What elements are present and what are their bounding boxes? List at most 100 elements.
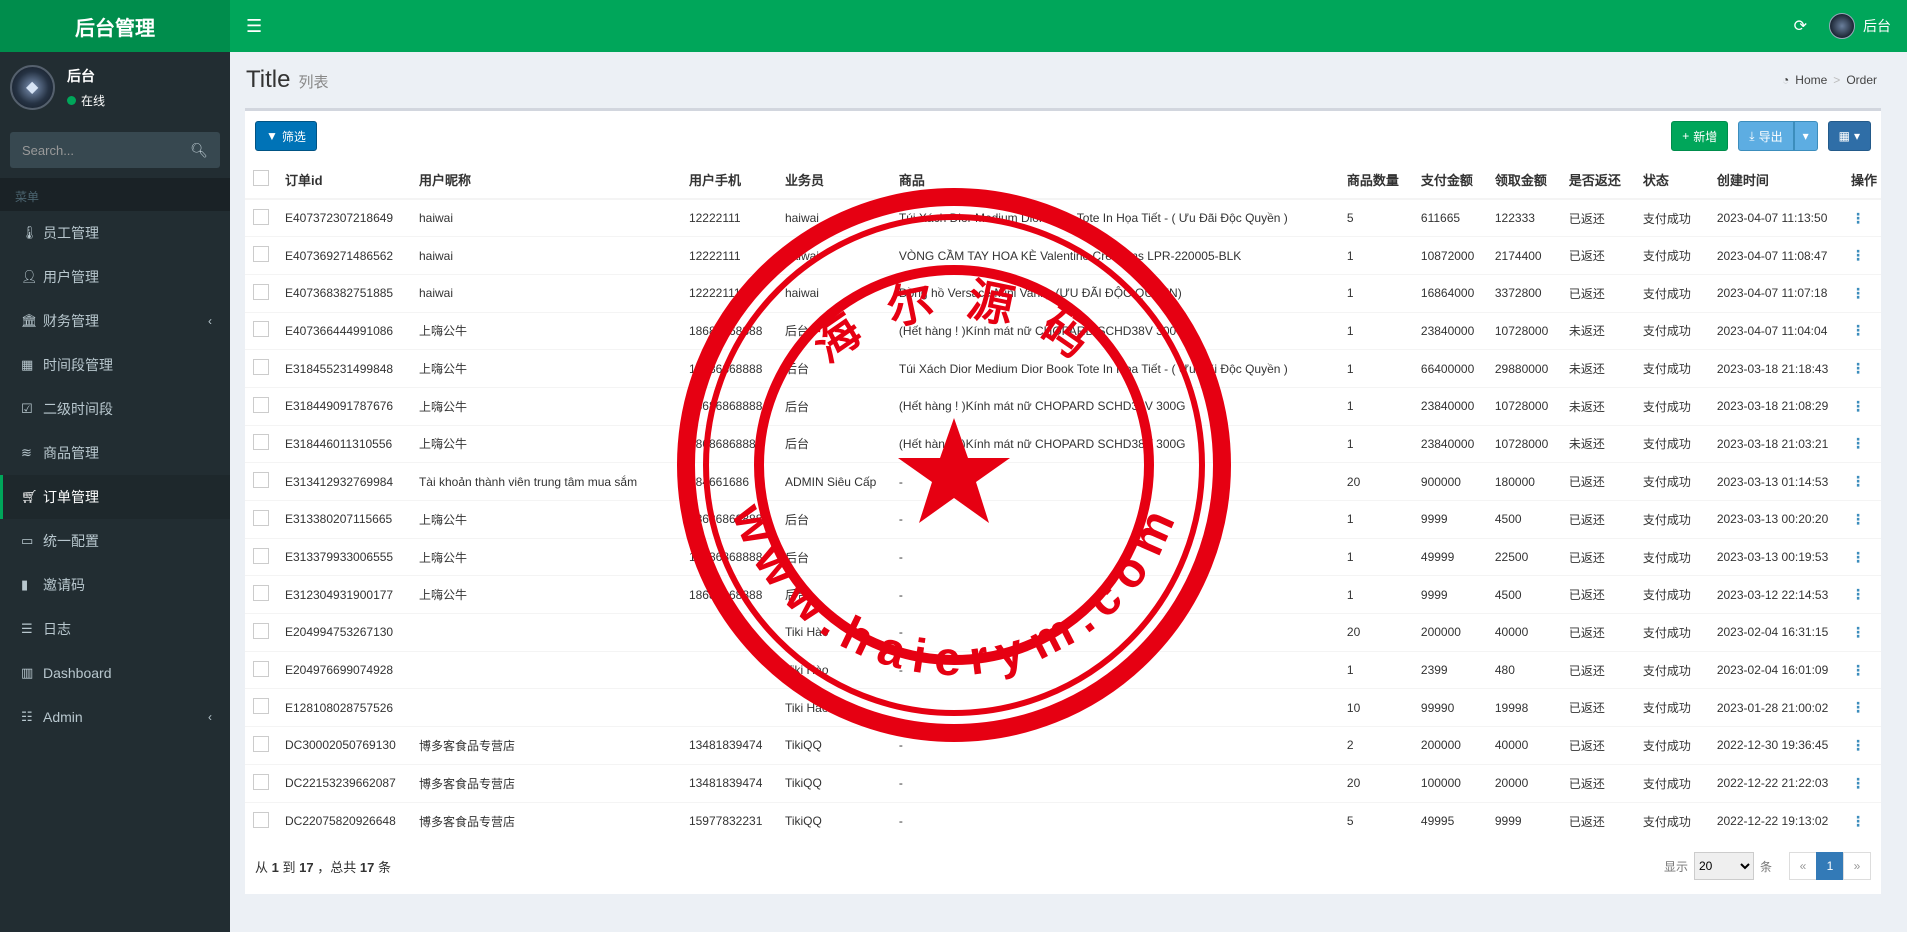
col-header[interactable]: 领取金额 [1490, 161, 1565, 200]
table-row[interactable]: E128108028757526 Tiki Hào -10 99990 19998 已返还… [245, 688, 1881, 727]
sidebar-item-users[interactable]: 👤︎ 用户管理 [0, 255, 230, 299]
col-header[interactable]: 是否返还 [1564, 161, 1639, 200]
col-header[interactable]: 状态 [1638, 161, 1713, 200]
sidebar-item-sub-time-slots[interactable]: ☑ 二级时间段 [0, 387, 230, 431]
row-checkbox[interactable] [253, 208, 269, 225]
row-checkbox[interactable] [253, 472, 269, 489]
table-cell: 20 [1342, 613, 1417, 652]
table-row[interactable]: E407366444991086 上嗨公牛 18686868888 后台 (Hết hà… [245, 311, 1881, 350]
row-checkbox[interactable] [253, 396, 269, 413]
table-cell: E318446011310556 [280, 424, 415, 463]
sidebar-toggle-icon[interactable]: ☰ [246, 16, 262, 37]
table-row[interactable]: E407372307218649 haiwai 12222111 haiwai Túi … [245, 198, 1881, 237]
sidebar-item-label: 员工管理 [43, 225, 99, 241]
row-checkbox[interactable] [253, 283, 269, 300]
row-checkbox[interactable] [253, 585, 269, 602]
more-actions-icon[interactable]: ⋮ [1851, 398, 1865, 414]
table-row[interactable]: E313380207115665 上嗨公牛 18686868888 后台 -1 9999 4… [245, 500, 1881, 539]
sidebar-item-config[interactable]: ▭ 统一配置 [0, 519, 230, 563]
page-size-select[interactable]: 20 [1693, 852, 1754, 880]
export-button[interactable]: ⤓ 导出 [1738, 121, 1794, 151]
more-actions-icon[interactable]: ⋮ [1851, 435, 1865, 451]
more-actions-icon[interactable]: ⋮ [1851, 360, 1865, 376]
table-row[interactable]: E318455231499848 上嗨公牛 18686868888 后台 Túi Xác… [245, 349, 1881, 388]
sidebar-item-time-slots[interactable]: ▦ 时间段管理 [0, 343, 230, 387]
row-checkbox[interactable] [253, 735, 269, 752]
current-page-button[interactable]: 1 [1816, 852, 1844, 880]
col-header[interactable]: 订单id [280, 161, 415, 200]
search-input[interactable] [22, 142, 182, 158]
row-checkbox[interactable] [253, 434, 269, 451]
more-actions-icon[interactable]: ⋮ [1851, 813, 1865, 829]
col-header[interactable]: 用户手机 [684, 161, 781, 200]
breadcrumb-home[interactable]: Home [1795, 73, 1827, 87]
table-row[interactable]: E204994753267130 Tiki Hào -20 200000 40000 已返… [245, 613, 1881, 652]
row-checkbox[interactable] [253, 773, 269, 790]
table-row[interactable]: E312304931900177 上嗨公牛 18686868888 后台 -1 9999 4… [245, 575, 1881, 614]
more-actions-icon[interactable]: ⋮ [1851, 624, 1865, 640]
sidebar-item-orders[interactable]: 🛒︎ 订单管理 [0, 475, 230, 519]
sidebar-item-staff[interactable]: 🌡︎ 员工管理 [0, 211, 230, 255]
more-actions-icon[interactable]: ⋮ [1851, 285, 1865, 301]
row-checkbox[interactable] [253, 547, 269, 564]
table-row[interactable]: DC22075820926648 博多客食品专营店 15977832231 TikiQ… [245, 801, 1881, 840]
row-checkbox[interactable] [253, 509, 269, 526]
columns-toggle-button[interactable]: ▦ ▾ [1827, 121, 1871, 151]
table-cell: 122333 [1490, 198, 1565, 237]
row-checkbox[interactable] [253, 698, 269, 715]
row-checkbox[interactable] [253, 622, 269, 639]
app-logo[interactable]: 后台管理 [0, 0, 230, 52]
more-actions-icon[interactable]: ⋮ [1851, 699, 1865, 715]
filter-button[interactable]: ▼ 筛选 [255, 121, 317, 151]
col-header[interactable]: 支付金额 [1416, 161, 1491, 200]
prev-page-button[interactable]: « [1789, 852, 1817, 880]
search-icon[interactable]: 🔍︎ [190, 142, 208, 159]
more-actions-icon[interactable]: ⋮ [1851, 586, 1865, 602]
col-header[interactable]: 商品 [894, 161, 1343, 200]
table-cell: - [894, 575, 1343, 614]
next-page-button[interactable]: » [1843, 852, 1871, 880]
refresh-icon[interactable]: ⟳ [1794, 16, 1807, 36]
table-row[interactable]: DC30002050769130 博多客食品专营店 13481839474 TikiQ… [245, 726, 1881, 765]
row-checkbox[interactable] [253, 359, 269, 376]
more-actions-icon[interactable]: ⋮ [1851, 737, 1865, 753]
add-button[interactable]: + 新增 [1671, 121, 1729, 151]
col-header[interactable]: 用户昵称 [414, 161, 685, 200]
col-header[interactable]: 创建时间 [1712, 161, 1847, 200]
table-row[interactable]: E313379933006555 上嗨公牛 18686868888 后台 -1 49999… [245, 537, 1881, 576]
more-actions-icon[interactable]: ⋮ [1851, 511, 1865, 527]
row-checkbox[interactable] [253, 246, 269, 263]
table-row[interactable]: DC22153239662087 博多客食品专营店 13481839474 TikiQ… [245, 763, 1881, 802]
table-row[interactable]: E318449091787676 上嗨公牛 18686868888 后台 (Hết hà… [245, 386, 1881, 426]
row-checkbox[interactable] [253, 811, 269, 828]
table-row[interactable]: E407369271486562 haiwai 12222111 haiwai VÒNG… [245, 236, 1881, 275]
sidebar-item-invite-codes[interactable]: ▮ 邀请码 [0, 563, 230, 607]
table-row[interactable]: E318446011310556 上嗨公牛 18686868888 后台 (Hết hà… [245, 424, 1881, 463]
table-row[interactable]: E204976699074928 Tiki Hào -1 2399 480 已返还 支付成功… [245, 650, 1881, 689]
table-cell: E407369271486562 [280, 236, 415, 275]
row-checkbox[interactable] [253, 321, 269, 338]
select-all-checkbox[interactable] [253, 170, 269, 186]
sidebar-item-admin[interactable]: ☷ Admin ‹ [0, 695, 230, 739]
more-actions-icon[interactable]: ⋮ [1851, 662, 1865, 678]
user-menu[interactable]: 后台 [1829, 13, 1891, 39]
sidebar-item-logs[interactable]: ☰ 日志 [0, 607, 230, 651]
table-row[interactable]: E313412932769984 Tài khoản thành viên tru… [245, 462, 1881, 501]
export-dropdown-toggle[interactable]: ▾ [1793, 121, 1818, 151]
col-header[interactable]: 业务员 [780, 161, 895, 200]
more-actions-icon[interactable]: ⋮ [1851, 247, 1865, 263]
more-actions-icon[interactable]: ⋮ [1851, 549, 1865, 565]
table-cell: 支付成功 [1638, 424, 1713, 463]
sidebar-item-dashboard[interactable]: ▥ Dashboard [0, 651, 230, 695]
more-actions-icon[interactable]: ⋮ [1851, 322, 1865, 338]
table-cell: 2023-03-13 00:19:53 [1712, 537, 1847, 576]
table-cell: 100000 [1416, 763, 1491, 802]
more-actions-icon[interactable]: ⋮ [1851, 775, 1865, 791]
sidebar-item-finance[interactable]: 🏛︎ 财务管理 ‹ [0, 299, 230, 343]
sidebar-item-products[interactable]: ≋ 商品管理 [0, 431, 230, 475]
more-actions-icon[interactable]: ⋮ [1851, 473, 1865, 489]
more-actions-icon[interactable]: ⋮ [1851, 210, 1865, 226]
table-row[interactable]: E407368382751885 haiwai 12222111 haiwai Đồng… [245, 273, 1881, 313]
col-header[interactable]: 商品数量 [1342, 161, 1417, 200]
row-checkbox[interactable] [253, 660, 269, 677]
